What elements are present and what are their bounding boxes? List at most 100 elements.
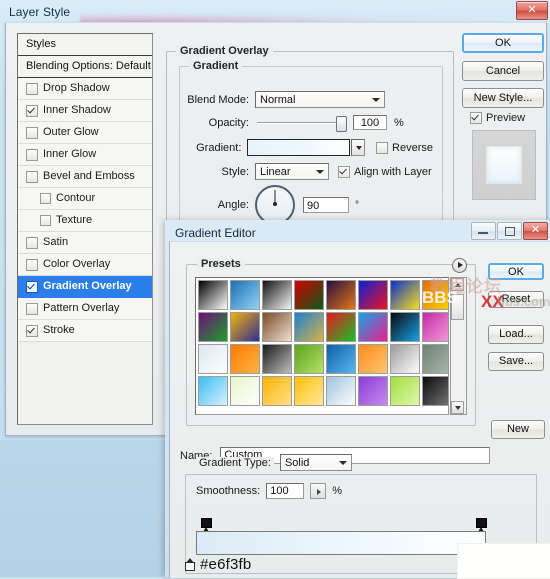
- gradient-preset-swatch[interactable]: [198, 312, 228, 342]
- gradient-preset-swatch[interactable]: [390, 344, 420, 374]
- style-item-checkbox[interactable]: [26, 280, 38, 293]
- style-item-checkbox[interactable]: [26, 258, 38, 271]
- style-select[interactable]: Linear: [255, 163, 329, 180]
- chevron-down-icon: [356, 146, 363, 150]
- angle-dial[interactable]: [255, 185, 295, 225]
- style-list-item[interactable]: Color Overlay: [18, 254, 152, 276]
- blend-mode-select[interactable]: Normal: [255, 91, 385, 108]
- gradient-preset-swatch[interactable]: [230, 376, 260, 406]
- gradient-preset-swatch[interactable]: [422, 376, 448, 406]
- scroll-down-icon[interactable]: [451, 401, 464, 414]
- gradient-preset-swatch[interactable]: [262, 280, 292, 310]
- gradient-preset-swatch[interactable]: [358, 344, 388, 374]
- style-item-checkbox[interactable]: [26, 126, 38, 139]
- gradient-preview-swatch[interactable]: [247, 139, 351, 156]
- gradient-preset-swatch[interactable]: [390, 280, 420, 310]
- angle-input[interactable]: 90: [303, 197, 349, 213]
- style-item-label: Texture: [56, 214, 93, 226]
- preview-checkbox[interactable]: [470, 112, 482, 124]
- presets-menu-icon[interactable]: [452, 258, 467, 273]
- gradient-preset-swatch[interactable]: [294, 280, 324, 310]
- opacity-input[interactable]: 100: [353, 115, 387, 130]
- smoothness-spinner-icon[interactable]: [310, 483, 327, 499]
- gradient-preset-swatch[interactable]: [422, 280, 448, 310]
- new-button[interactable]: New: [491, 420, 545, 439]
- gradient-preset-swatch[interactable]: [390, 312, 420, 342]
- style-item-checkbox[interactable]: [26, 82, 38, 95]
- gradient-preset-swatch[interactable]: [198, 344, 228, 374]
- ok-button[interactable]: OK: [462, 33, 544, 53]
- preview-checkbox-row[interactable]: Preview: [470, 112, 525, 124]
- style-list-item[interactable]: Stroke: [18, 320, 152, 342]
- blending-options-item[interactable]: Blending Options: Default: [18, 56, 152, 78]
- style-list-item[interactable]: Drop Shadow: [18, 78, 152, 100]
- close-icon[interactable]: ✕: [523, 222, 548, 240]
- presets-list[interactable]: [195, 277, 449, 415]
- gradient-preset-swatch[interactable]: [294, 312, 324, 342]
- load-button[interactable]: Load...: [488, 325, 544, 344]
- gradient-preset-swatch[interactable]: [326, 312, 356, 342]
- gradient-preset-swatch[interactable]: [262, 344, 292, 374]
- gradient-group-label: Gradient: [189, 60, 243, 72]
- gradient-preset-swatch[interactable]: [358, 280, 388, 310]
- gradient-preset-swatch[interactable]: [358, 376, 388, 406]
- style-item-checkbox[interactable]: [26, 236, 38, 249]
- gradient-preset-swatch[interactable]: [326, 376, 356, 406]
- gradient-preset-swatch[interactable]: [230, 312, 260, 342]
- scroll-up-icon[interactable]: [451, 278, 464, 291]
- gradient-preset-swatch[interactable]: [422, 344, 448, 374]
- style-list-item[interactable]: Outer Glow: [18, 122, 152, 144]
- style-item-checkbox[interactable]: [26, 302, 38, 315]
- scrollbar-thumb[interactable]: [451, 294, 464, 320]
- gradient-preset-swatch[interactable]: [198, 280, 228, 310]
- style-list-item[interactable]: Pattern Overlay: [18, 298, 152, 320]
- gradient-preset-swatch[interactable]: [294, 376, 324, 406]
- gradient-preset-swatch[interactable]: [358, 312, 388, 342]
- gradient-picker-button[interactable]: [351, 139, 366, 156]
- style-item-label: Inner Glow: [43, 148, 97, 160]
- save-button[interactable]: Save...: [488, 352, 544, 371]
- gradient-bar[interactable]: [196, 531, 486, 555]
- gradient-preset-swatch[interactable]: [294, 344, 324, 374]
- style-item-checkbox[interactable]: [26, 104, 38, 117]
- reverse-checkbox[interactable]: [376, 141, 389, 154]
- style-list-item[interactable]: Texture: [18, 210, 152, 232]
- color-stop-icon[interactable]: [185, 558, 195, 571]
- gradient-preset-swatch[interactable]: [326, 344, 356, 374]
- gradient-preset-swatch[interactable]: [230, 280, 260, 310]
- style-item-label: Stroke: [43, 324, 75, 336]
- cancel-button[interactable]: Cancel: [462, 61, 544, 81]
- gradient-type-select[interactable]: Solid: [279, 454, 352, 471]
- smoothness-row: Smoothness: 100 %: [196, 483, 342, 499]
- gradient-preset-swatch[interactable]: [198, 376, 228, 406]
- style-list-item[interactable]: Contour: [18, 188, 152, 210]
- style-list-item[interactable]: Bevel and Emboss: [18, 166, 152, 188]
- opacity-slider[interactable]: [257, 115, 347, 132]
- style-item-checkbox[interactable]: [26, 148, 38, 161]
- gradient-preset-swatch[interactable]: [390, 376, 420, 406]
- gradient-editor-ok-button[interactable]: OK: [488, 263, 544, 280]
- style-list-item[interactable]: Gradient Overlay: [18, 276, 152, 298]
- presets-scrollbar[interactable]: [450, 277, 467, 415]
- gradient-preset-swatch[interactable]: [326, 280, 356, 310]
- new-style-button[interactable]: New Style...: [462, 88, 544, 108]
- style-item-checkbox[interactable]: [26, 324, 38, 337]
- gradient-preset-swatch[interactable]: [230, 344, 260, 374]
- maximize-icon[interactable]: [497, 222, 522, 240]
- gradient-preset-swatch[interactable]: [422, 312, 448, 342]
- blend-mode-value: Normal: [260, 94, 296, 106]
- gradient-preset-swatch[interactable]: [262, 376, 292, 406]
- close-icon[interactable]: ✕: [516, 1, 548, 20]
- style-list-item[interactable]: Inner Shadow: [18, 100, 152, 122]
- style-item-checkbox[interactable]: [40, 215, 51, 226]
- style-item-checkbox[interactable]: [40, 193, 51, 204]
- smoothness-input[interactable]: 100: [266, 483, 305, 499]
- style-list-item[interactable]: Satin: [18, 232, 152, 254]
- minimize-icon[interactable]: [471, 222, 496, 240]
- style-list-item[interactable]: Inner Glow: [18, 144, 152, 166]
- opacity-slider-thumb[interactable]: [336, 115, 347, 132]
- align-with-layer-checkbox[interactable]: [338, 165, 350, 178]
- gradient-editor-reset-button[interactable]: Reset: [488, 291, 544, 308]
- gradient-preset-swatch[interactable]: [262, 312, 292, 342]
- style-item-checkbox[interactable]: [26, 170, 38, 183]
